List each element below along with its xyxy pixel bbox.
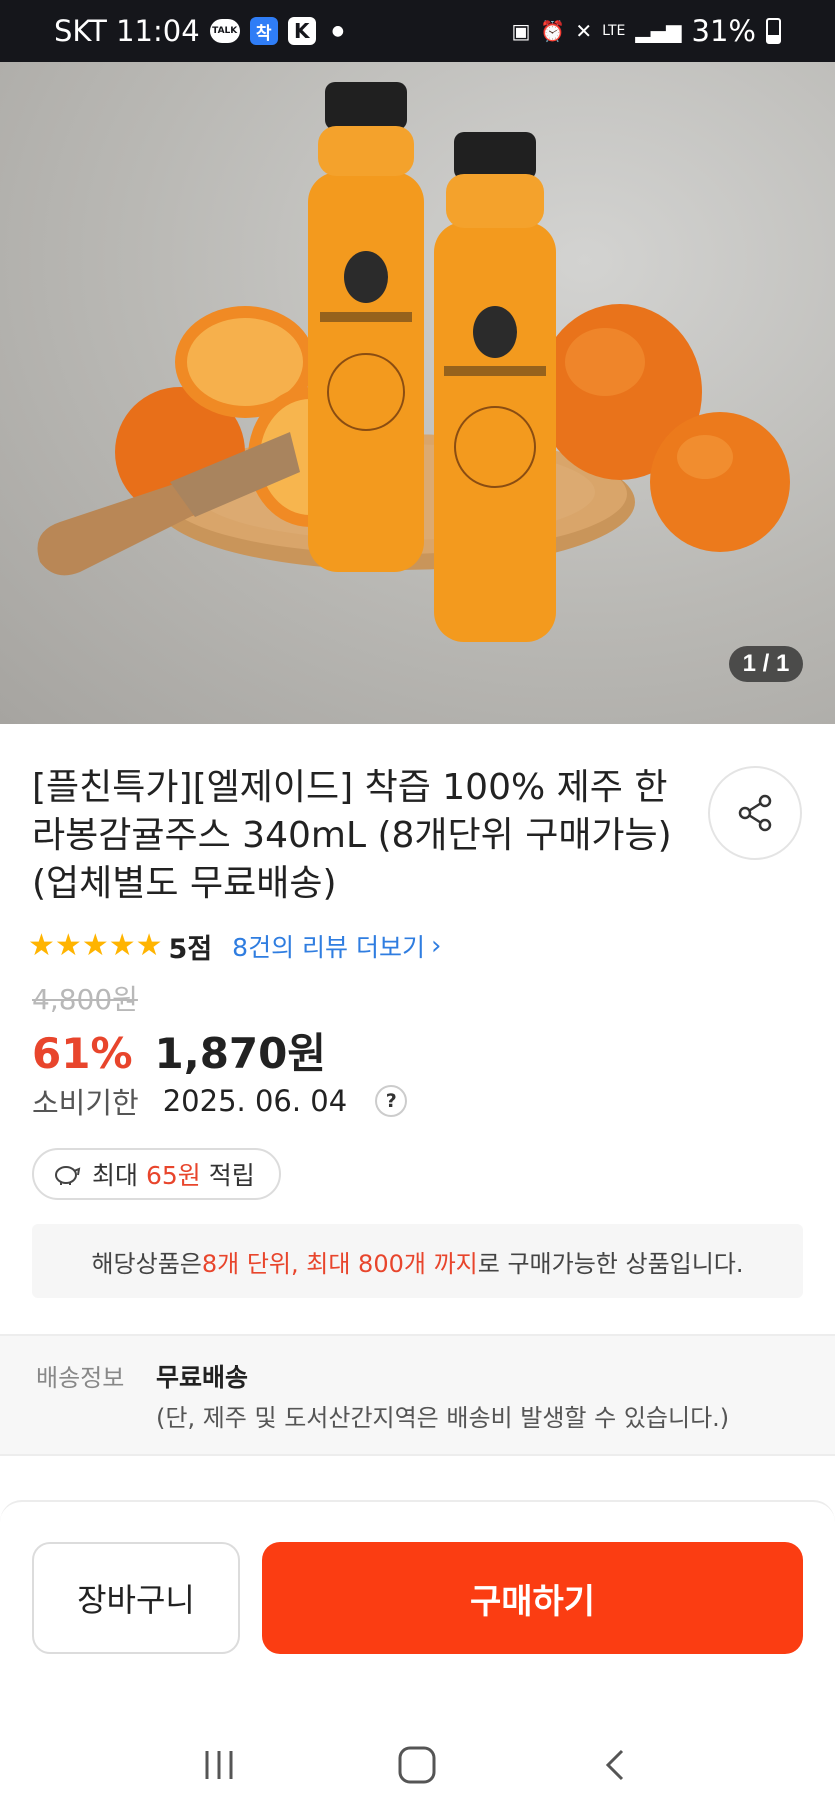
star-icon: ★: [28, 928, 55, 963]
piggy-bank-icon: [55, 1166, 81, 1185]
points-chip: 최대 65원 적립: [32, 1148, 281, 1200]
expiry-date: 2025. 06. 04: [162, 1084, 348, 1118]
points-suffix: 적립: [208, 1161, 255, 1190]
share-button[interactable]: [708, 766, 802, 860]
discount-rate: 61%: [32, 1029, 133, 1078]
lte-icon: LTE: [602, 23, 626, 39]
rating-stars: ★ ★ ★ ★ ★: [28, 931, 163, 961]
expiry-label: 소비기한: [32, 1086, 139, 1120]
price-row: 61% 1,870원: [32, 1020, 326, 1081]
points-prefix: 최대: [92, 1161, 139, 1190]
notice-highlight: 8개 단위, 최대 800개 까지: [201, 1249, 478, 1278]
status-bar: SKT 11:04 TALK 착 K ● ▣ ⏰ ✕ LTE ▂▄▆ 31%: [0, 0, 835, 62]
home-icon: [398, 1746, 436, 1783]
share-icon: [738, 794, 772, 832]
chak-app-icon: 착: [249, 17, 278, 45]
star-icon: ★: [135, 928, 163, 963]
notice-prefix: 해당상품은: [91, 1249, 202, 1278]
sale-price: 1,870원: [154, 1029, 327, 1078]
signal-icon: ▂▄▆: [635, 19, 682, 43]
star-icon: ★: [108, 928, 136, 963]
purchase-action-bar: 장바구니 구매하기: [0, 1500, 835, 1720]
review-link[interactable]: 8건의 리뷰 더보기: [232, 928, 425, 964]
shipping-label: 배송정보: [36, 1364, 125, 1392]
rating-score: 5점: [168, 933, 213, 965]
product-title: [플친특가][엘제이드] 착즙 100% 제주 한라봉감귤주스 340mL (8…: [32, 767, 672, 904]
k-app-icon: K: [287, 17, 316, 45]
notice-suffix: 로 구매가능한 상품입니다.: [477, 1249, 744, 1278]
star-icon: ★: [54, 928, 82, 963]
shipping-note: (단, 제주 및 도서산간지역은 배송비 발생할 수 있습니다.): [156, 1404, 730, 1432]
status-time: SKT 11:04: [54, 14, 200, 48]
buy-now-button[interactable]: 구매하기: [262, 1542, 803, 1654]
more-notifications-icon: ●: [331, 23, 344, 39]
back-icon: [605, 1749, 623, 1780]
battery-saver-icon: ▣: [511, 19, 531, 43]
battery-percent: 31%: [691, 14, 756, 48]
battery-icon: [766, 18, 781, 44]
shipping-info: 배송정보 무료배송 (단, 제주 및 도서산간지역은 배송비 발생할 수 있습니…: [0, 1334, 835, 1456]
purchase-notice: 해당상품은 8개 단위, 최대 800개 까지 로 구매가능한 상품입니다.: [32, 1224, 803, 1298]
status-left: SKT 11:04 TALK 착 K ●: [54, 14, 344, 48]
rating-row: ★ ★ ★ ★ ★ 5점 8건의 리뷰 더보기 ›: [28, 928, 441, 965]
star-icon: ★: [81, 928, 109, 963]
kakaotalk-icon: TALK: [209, 19, 240, 43]
image-page-indicator: 1 / 1: [729, 646, 803, 682]
help-icon[interactable]: ?: [375, 1085, 408, 1117]
status-right: ▣ ⏰ ✕ LTE ▂▄▆ 31%: [512, 14, 781, 48]
product-photo-illustration: [37, 82, 790, 642]
recents-icon: [205, 1750, 233, 1779]
shipping-value: 무료배송: [156, 1363, 249, 1392]
points-amount: 65원: [145, 1161, 201, 1190]
recents-button[interactable]: [179, 1735, 259, 1795]
alarm-icon: ⏰: [540, 19, 566, 43]
expiry-row: 소비기한 2025. 06. 04 ?: [32, 1080, 408, 1122]
system-nav-bar: [0, 1720, 835, 1809]
home-button[interactable]: [377, 1735, 457, 1795]
mute-icon: ✕: [575, 19, 593, 43]
add-to-cart-button[interactable]: 장바구니: [32, 1542, 240, 1654]
product-image[interactable]: 1 / 1: [0, 62, 835, 724]
chevron-right-icon[interactable]: ›: [431, 931, 441, 961]
original-price: 4,800원: [32, 983, 138, 1016]
back-button[interactable]: [576, 1735, 656, 1795]
